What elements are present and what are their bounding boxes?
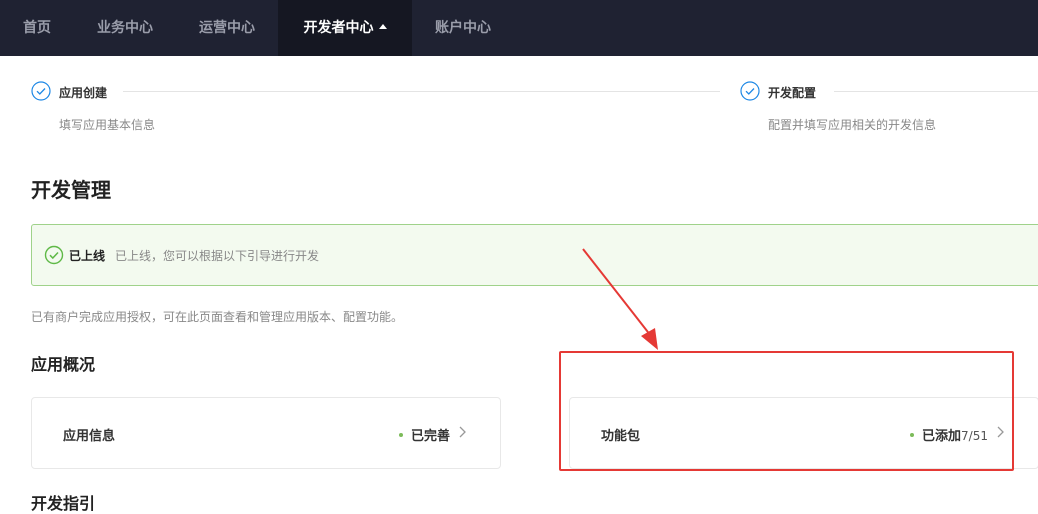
step-desc-app-create: 填写应用基本信息 <box>59 118 156 132</box>
feature-count: 7/51 <box>961 429 988 443</box>
nav-item-business-center[interactable]: 业务中心 <box>74 0 176 56</box>
card-status: 已添加7/51 <box>910 425 988 444</box>
status-text: 已添加 <box>922 429 962 444</box>
card-feature-package[interactable]: 功能包 已添加7/51 <box>569 397 1038 469</box>
step-connector-line <box>123 91 720 92</box>
card-label: 应用信息 <box>63 429 116 444</box>
page-title: 开发管理 <box>31 178 111 202</box>
alert-text: 已上线，您可以根据以下引导进行开发 <box>115 249 320 263</box>
step-title-dev-config: 开发配置 <box>768 86 817 100</box>
nav-item-developer-center[interactable]: 开发者中心 <box>278 0 412 56</box>
status-text: 已完善 <box>410 429 450 444</box>
status-alert: 已上线 已上线，您可以根据以下引导进行开发 <box>31 224 1038 286</box>
chevron-right-icon <box>459 426 466 438</box>
nav-item-developer-center-label: 开发者中心 <box>303 20 374 36</box>
step-connector-line <box>834 91 1038 92</box>
nav-item-account-center[interactable]: 账户中心 <box>412 0 514 56</box>
check-circle-icon <box>31 81 51 101</box>
step-title-app-create: 应用创建 <box>59 86 108 100</box>
status-dot-icon <box>910 432 915 437</box>
success-check-icon <box>44 245 64 265</box>
chevron-right-icon <box>997 426 1004 438</box>
card-status: 已完善 <box>398 425 450 444</box>
card-label: 功能包 <box>601 429 641 444</box>
section-title-dev-guide: 开发指引 <box>31 494 96 513</box>
step-desc-dev-config: 配置并填写应用相关的开发信息 <box>768 118 937 132</box>
nav-item-operations-center[interactable]: 运营中心 <box>176 0 278 56</box>
top-navigation: 首页 业务中心 运营中心 开发者中心 账户中心 <box>0 0 1038 56</box>
caret-up-icon <box>378 23 387 29</box>
alert-title: 已上线 <box>69 249 106 263</box>
page-description: 已有商户完成应用授权，可在此页面查看和管理应用版本、配置功能。 <box>31 310 404 324</box>
section-title-app-overview: 应用概况 <box>31 355 96 374</box>
status-dot-icon <box>398 432 403 437</box>
check-circle-icon <box>740 81 760 101</box>
nav-item-home[interactable]: 首页 <box>0 0 74 56</box>
card-app-info[interactable]: 应用信息 已完善 <box>31 397 501 469</box>
